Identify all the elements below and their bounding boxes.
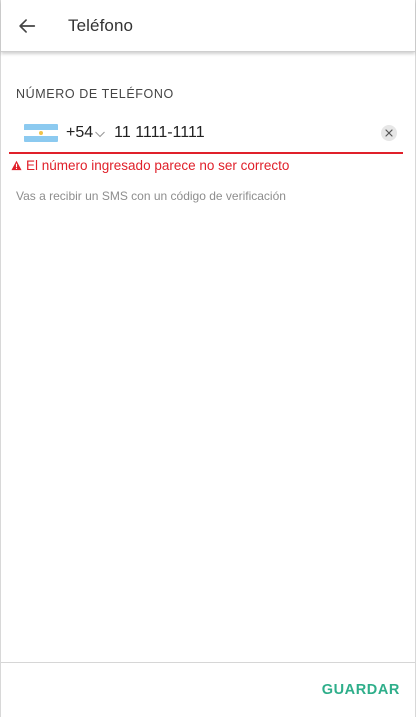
back-button[interactable] bbox=[1, 0, 53, 52]
arrow-left-icon bbox=[19, 18, 36, 33]
clear-input-button[interactable] bbox=[381, 125, 397, 141]
helper-text: Vas a recibir un SMS con un código de ve… bbox=[16, 189, 286, 203]
phone-number-field: +54 bbox=[9, 114, 403, 154]
warning-icon bbox=[11, 160, 22, 171]
phone-settings-screen: Teléfono NÚMERO DE TELÉFONO +54 El númer… bbox=[0, 0, 416, 717]
error-text: El número ingresado parece no ser correc… bbox=[26, 158, 290, 173]
page-title: Teléfono bbox=[68, 15, 134, 35]
save-button[interactable]: GUARDAR bbox=[322, 682, 400, 698]
error-message: El número ingresado parece no ser correc… bbox=[11, 158, 289, 173]
argentina-flag-icon[interactable] bbox=[24, 124, 58, 142]
close-icon bbox=[385, 129, 393, 137]
app-header: Teléfono bbox=[1, 0, 415, 52]
phone-number-label: NÚMERO DE TELÉFONO bbox=[16, 87, 174, 101]
country-code-selector[interactable]: +54 bbox=[66, 124, 93, 142]
chevron-down-icon[interactable] bbox=[94, 128, 106, 140]
footer-bar: GUARDAR bbox=[1, 662, 415, 717]
phone-number-input[interactable] bbox=[114, 124, 355, 142]
